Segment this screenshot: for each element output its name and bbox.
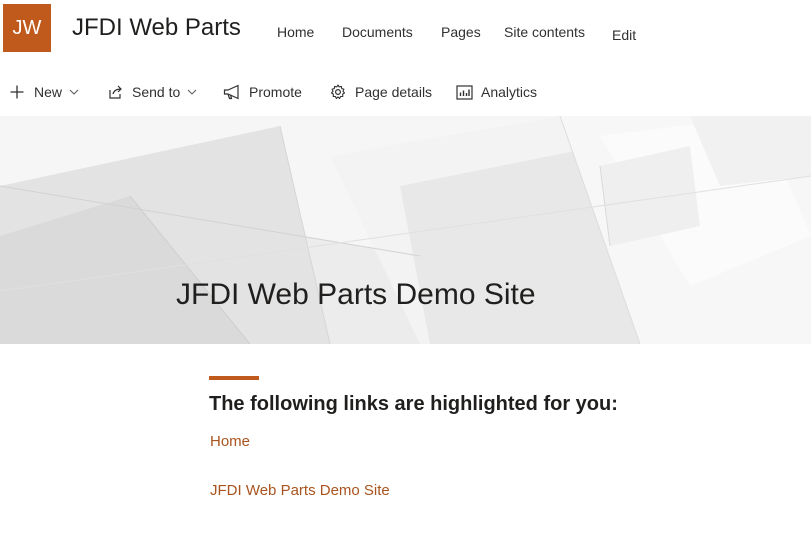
- chevron-down-icon: [187, 89, 197, 95]
- site-header: JW JFDI Web Parts Home Documents Pages S…: [0, 0, 811, 64]
- send-icon: [106, 83, 124, 101]
- analytics-chart-icon: [455, 83, 473, 101]
- new-button[interactable]: New: [8, 82, 79, 102]
- chevron-down-icon: [69, 89, 79, 95]
- hero-title: JFDI Web Parts Demo Site: [176, 278, 536, 311]
- section-accent-bar: [209, 376, 259, 380]
- new-label: New: [34, 84, 63, 100]
- quick-link-demo-site[interactable]: JFDI Web Parts Demo Site: [210, 482, 390, 499]
- hero-banner: JFDI Web Parts Demo Site: [0, 116, 811, 344]
- site-logo-initials: JW: [12, 16, 42, 39]
- promote-button[interactable]: Promote: [223, 82, 302, 102]
- gear-icon: [329, 83, 347, 101]
- nav-pages[interactable]: Pages: [441, 24, 481, 40]
- analytics-button[interactable]: Analytics: [455, 82, 537, 102]
- send-to-button[interactable]: Send to: [106, 82, 197, 102]
- site-title[interactable]: JFDI Web Parts: [72, 14, 241, 42]
- promote-label: Promote: [249, 84, 302, 100]
- promote-megaphone-icon: [223, 83, 241, 101]
- command-bar: New Send to Promote Page details Analyti…: [0, 72, 811, 112]
- nav-documents[interactable]: Documents: [342, 24, 413, 40]
- page-details-label: Page details: [355, 84, 433, 100]
- plus-icon: [8, 83, 26, 101]
- quick-links-heading: The following links are highlighted for …: [209, 393, 618, 415]
- nav-edit[interactable]: Edit: [612, 27, 636, 43]
- site-logo[interactable]: JW: [3, 4, 51, 52]
- send-to-label: Send to: [132, 84, 181, 100]
- nav-site-contents[interactable]: Site contents: [504, 24, 585, 40]
- quick-link-home[interactable]: Home: [210, 433, 250, 450]
- analytics-label: Analytics: [481, 84, 538, 100]
- nav-home[interactable]: Home: [277, 24, 314, 40]
- page-details-button[interactable]: Page details: [329, 82, 432, 102]
